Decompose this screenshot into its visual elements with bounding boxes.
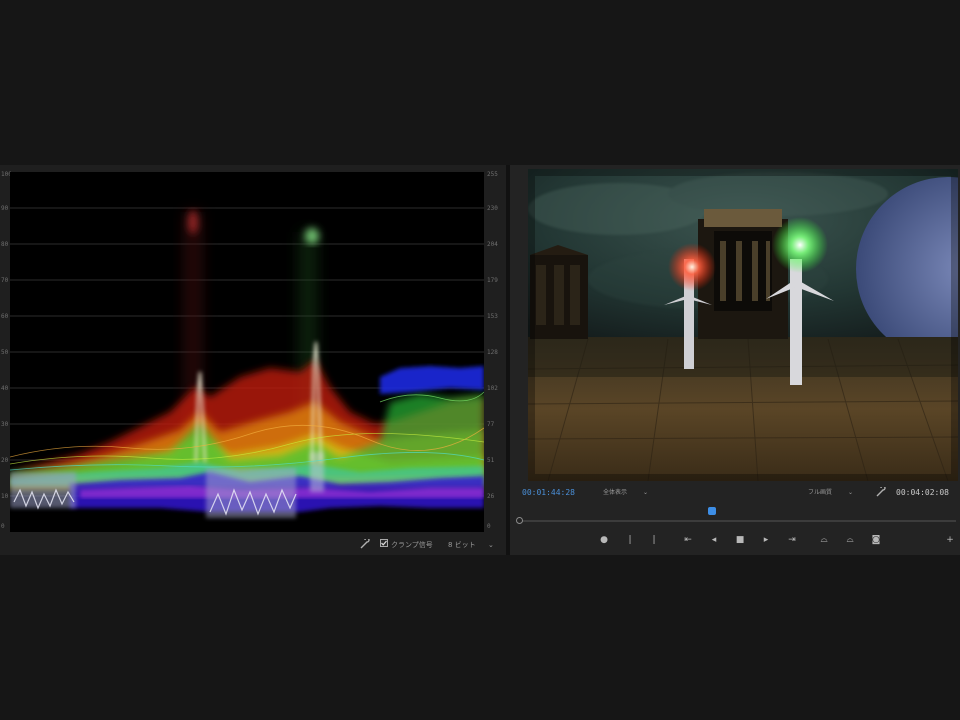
scale-tick: 179 [487, 277, 498, 284]
zoom-level-select[interactable]: 全体表示 ⌄ [603, 487, 648, 499]
stop-button[interactable]: ■ [732, 532, 748, 548]
export-frame-button[interactable]: ◙ [868, 532, 884, 548]
scale-tick: 51 [487, 457, 495, 464]
scale-tick: 255 [487, 171, 498, 178]
monitor-info-bar: 00:01:44:28 全体表示 ⌄ フル画質 ⌄ 00:04:02:08 [510, 483, 960, 503]
scale-tick: 128 [487, 349, 498, 356]
waveform-scale-8bit: 255 230 204 179 153 128 102 77 51 26 0 [484, 172, 506, 532]
scale-tick: 10 [1, 493, 9, 500]
scale-tick: 26 [487, 493, 495, 500]
video-preview[interactable] [528, 169, 958, 481]
transport-controls: ● ❘ ❘ ⇤ ◂ ■ ▸ ⇥ ⌓ ⌓ ◙ + [510, 529, 960, 551]
clamp-signal-label: クランプ信号 [391, 541, 433, 549]
add-marker-button[interactable]: ● [596, 532, 612, 548]
mark-out-button[interactable]: ❘ [646, 532, 662, 548]
video-frame-image [528, 169, 958, 481]
scale-tick: 80 [1, 241, 9, 248]
chevron-down-icon[interactable]: ⌄ [488, 539, 494, 551]
zoom-level-label: 全体表示 [603, 489, 628, 496]
workspace: 100 90 80 70 60 50 40 30 20 10 0 255 230… [0, 165, 960, 555]
scale-tick: 204 [487, 241, 498, 248]
lumetri-scopes-panel: 100 90 80 70 60 50 40 30 20 10 0 255 230… [0, 165, 506, 555]
scale-tick: 230 [487, 205, 498, 212]
lift-button[interactable]: ⌓ [816, 532, 832, 548]
waveform-scale-ire: 100 90 80 70 60 50 40 30 20 10 0 [0, 172, 12, 532]
step-back-button[interactable]: ◂ [706, 532, 722, 548]
scale-tick: 20 [1, 457, 9, 464]
scale-tick: 90 [1, 205, 9, 212]
scale-tick: 70 [1, 277, 9, 284]
wrench-icon[interactable] [360, 537, 370, 553]
scale-tick: 153 [487, 313, 498, 320]
waveform-plot [10, 207, 484, 518]
waveform-display [10, 172, 484, 532]
clamp-signal-checkbox[interactable] [380, 539, 388, 551]
step-forward-button[interactable]: ▸ [758, 532, 774, 548]
left-tower [530, 245, 588, 339]
playback-resolution-select[interactable]: フル画質 ⌄ [808, 487, 853, 499]
chevron-down-icon: ⌄ [847, 489, 853, 496]
button-editor-button[interactable]: + [942, 532, 958, 548]
program-monitor-panel: 00:01:44:28 全体表示 ⌄ フル画質 ⌄ 00:04:02:08 ● … [510, 165, 960, 555]
wrench-icon[interactable] [876, 485, 886, 501]
monitor-time-ruler[interactable] [516, 507, 960, 527]
mark-in-button[interactable]: ❘ [622, 532, 638, 548]
scale-tick: 0 [487, 523, 491, 530]
red-light [668, 243, 716, 291]
scale-tick: 102 [487, 385, 498, 392]
playback-resolution-label: フル画質 [808, 489, 833, 496]
scale-tick: 30 [1, 421, 9, 428]
scale-tick: 50 [1, 349, 9, 356]
scale-tick: 60 [1, 313, 9, 320]
top-black-band [0, 0, 960, 165]
playhead-marker[interactable] [708, 507, 716, 515]
go-to-in-button[interactable]: ⇤ [680, 532, 696, 548]
zoom-handle-left[interactable] [516, 517, 523, 524]
extract-button[interactable]: ⌓ [842, 532, 858, 548]
playhead-timecode[interactable]: 00:01:44:28 [522, 487, 575, 499]
bottom-black-band [0, 555, 960, 720]
time-ruler-track[interactable] [522, 520, 956, 522]
scale-tick: 77 [487, 421, 495, 428]
chevron-down-icon: ⌄ [642, 489, 648, 496]
bit-depth-select[interactable]: 8 ビット [448, 539, 476, 551]
scale-tick: 0 [1, 523, 5, 530]
scope-footer-bar: クランプ信号 8 ビット ⌄ [0, 535, 506, 555]
go-to-out-button[interactable]: ⇥ [784, 532, 800, 548]
blue-channel-trace [380, 366, 484, 394]
scale-tick: 40 [1, 385, 9, 392]
green-light [772, 217, 828, 273]
sequence-duration-timecode: 00:04:02:08 [896, 488, 949, 497]
